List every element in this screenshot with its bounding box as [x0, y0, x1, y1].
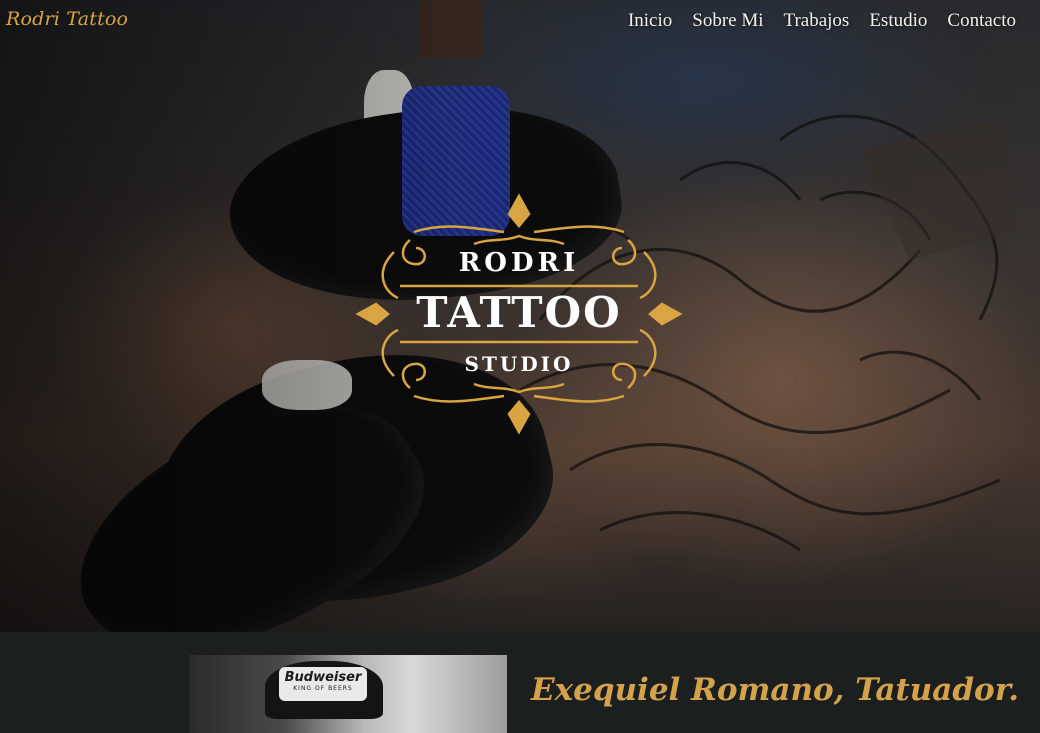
nav-item-contacto[interactable]: Contacto: [947, 10, 1016, 32]
logo-line-studio: STUDIO: [464, 352, 574, 376]
nav-item-sobre-mi[interactable]: Sobre Mi: [692, 10, 763, 32]
nav-item-trabajos[interactable]: Trabajos: [784, 10, 850, 32]
cap-badge: Budweiser KING OF BEERS: [279, 667, 367, 701]
hero-section: Rodri Tattoo Inicio Sobre Mi Trabajos Es…: [0, 0, 1040, 632]
cap-brand-text: Budweiser: [284, 670, 362, 685]
artist-photo: Budweiser KING OF BEERS: [189, 655, 507, 733]
nav-item-inicio[interactable]: Inicio: [628, 10, 672, 32]
nav-item-estudio[interactable]: Estudio: [869, 10, 927, 32]
logo-line-rodri: RODRI: [458, 248, 580, 278]
brand-logo-link[interactable]: Rodri Tattoo: [6, 8, 128, 30]
studio-logo: RODRI TATTOO STUDIO: [354, 192, 684, 436]
about-section: Budweiser KING OF BEERS Exequiel Romano,…: [0, 632, 1040, 733]
about-title: Exequiel Romano, Tatuador.: [531, 672, 1020, 708]
main-nav: Inicio Sobre Mi Trabajos Estudio Contact…: [628, 10, 1016, 32]
cap-subtext: KING OF BEERS: [293, 685, 353, 692]
logo-line-tattoo: TATTOO: [416, 288, 622, 337]
